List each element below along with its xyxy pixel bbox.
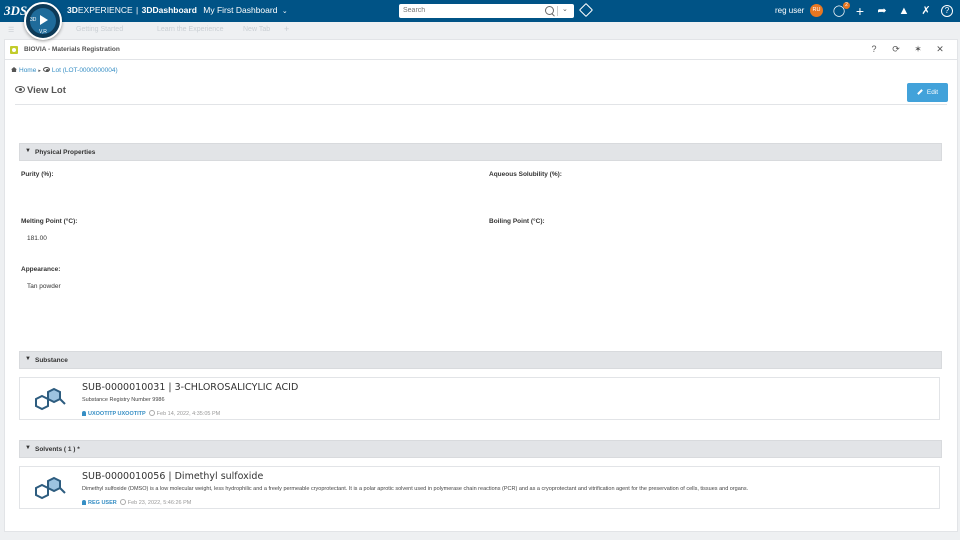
plus-icon[interactable]: + [853, 4, 867, 18]
home-icon [11, 67, 17, 72]
menu-icon[interactable]: ☰ [8, 26, 14, 34]
brand-app-name: 3DDashboard [141, 5, 197, 15]
page-title: View Lot [15, 85, 66, 96]
molecule-icon [35, 387, 66, 411]
network-icon[interactable]: ▲ [897, 4, 911, 18]
pin-icon[interactable]: ✶ [912, 43, 924, 55]
purity-label: Purity (%): [21, 171, 54, 178]
substance-user[interactable]: UXOOTITP UXOOTITP [88, 411, 146, 417]
clock-icon [148, 410, 155, 416]
section-title: Substance [35, 357, 68, 364]
boiling-point-label: Boiling Point (°C): [489, 218, 545, 225]
play-icon [40, 15, 48, 25]
notification-badge: 2 [843, 2, 850, 9]
dashboard-name[interactable]: My First Dashboard [203, 5, 277, 15]
biovia-app-icon [10, 46, 18, 54]
melting-point-label: Melting Point (°C): [21, 218, 78, 225]
substance-timestamp: Feb 14, 2022, 4:35:05 PM [156, 411, 221, 417]
breadcrumb-home[interactable]: Home [19, 67, 36, 74]
search-input[interactable] [403, 5, 533, 16]
title-divider [15, 104, 947, 105]
solvent-timestamp: Feb 23, 2022, 5:46:26 PM [127, 500, 192, 506]
edit-button[interactable]: Edit [907, 83, 948, 102]
add-tab-icon[interactable]: + [284, 24, 289, 34]
substance-card[interactable]: SUB-0000010031 | 3-CHLOROSALICYLIC ACID … [19, 377, 940, 420]
brand-suffix: EXPERIENCE [77, 5, 133, 15]
avatar[interactable]: RU [810, 4, 823, 17]
platform-brand: 3DEXPERIENCE | 3DDashboard My First Dash… [67, 5, 288, 15]
solvents-header[interactable]: ▼ Solvents ( 1 ) * [19, 440, 942, 458]
solvent-card[interactable]: SUB-0000010056 | Dimethyl sulfoxide Dime… [19, 466, 940, 509]
dashboard-tab-strip: ☰ Getting Started Learn the Experience N… [0, 22, 960, 38]
search-options-chevron-icon[interactable]: ⌄ [562, 5, 568, 13]
compass-quadrant-3d: 3D [30, 17, 37, 23]
clock-icon [119, 499, 126, 505]
app-panel: BIOVIA - Materials Registration ? ⟳ ✶ ✕ … [4, 39, 958, 532]
appearance-value: Tan powder [27, 283, 61, 290]
user-name[interactable]: reg user [775, 6, 804, 15]
close-icon[interactable]: ✕ [934, 43, 946, 55]
collapse-triangle-icon: ▼ [25, 356, 31, 362]
user-icon [82, 411, 86, 416]
breadcrumb-separator: ▸ [38, 68, 41, 74]
substance-header[interactable]: ▼ Substance [19, 351, 942, 369]
refresh-icon[interactable]: ⟳ [890, 43, 902, 55]
aqueous-solubility-label: Aqueous Solubility (%): [489, 171, 562, 178]
edit-button-label: Edit [926, 89, 939, 96]
substance-meta: UXOOTITP UXOOTITP Feb 14, 2022, 4:35:05 P… [82, 409, 220, 417]
page-title-text: View Lot [27, 85, 66, 96]
substance-description: Substance Registry Number 9986 [82, 397, 165, 403]
appearance-label: Appearance: [21, 266, 61, 273]
solvent-description: Dimethyl sulfoxide (DMSO) is a low molec… [82, 486, 749, 492]
pencil-icon [917, 89, 923, 95]
breadcrumb-lot[interactable]: Lot (LOT-0000000004) [52, 67, 118, 74]
tab-new[interactable]: New Tab [243, 26, 270, 33]
tab-learn[interactable]: Learn the Experience [157, 26, 224, 33]
tools-icon[interactable]: ✗ [919, 4, 933, 18]
physical-properties-header[interactable]: ▼ Physical Properties [19, 143, 942, 161]
search-divider [557, 6, 558, 16]
substance-title[interactable]: SUB-0000010031 | 3-CHLOROSALICYLIC ACID [82, 382, 298, 393]
collapse-triangle-icon: ▼ [25, 148, 31, 154]
brand-prefix: 3D [67, 5, 78, 15]
compass-icon[interactable]: 3D V,R [24, 2, 62, 40]
top-bar: 3DS 3DEXPERIENCE | 3DDashboard My First … [0, 0, 960, 22]
share-icon[interactable]: ➦ [875, 4, 889, 18]
compass-label: V,R [39, 29, 47, 35]
melting-point-value: 181.00 [27, 235, 47, 242]
section-title: Solvents ( 1 ) * [35, 446, 80, 453]
tab-getting-started[interactable]: Getting Started [76, 26, 123, 33]
eye-icon [42, 67, 50, 72]
help-icon[interactable]: ? [941, 5, 953, 17]
user-icon [82, 500, 86, 505]
solvent-user[interactable]: REG USER [88, 500, 117, 506]
breadcrumb: Home ▸ Lot (LOT-0000000004) [11, 67, 118, 74]
search-box: ⌄ [399, 4, 574, 18]
app-header: BIOVIA - Materials Registration ? ⟳ ✶ ✕ [5, 40, 957, 60]
section-title: Physical Properties [35, 149, 96, 156]
search-icon[interactable] [545, 6, 554, 15]
molecule-icon [35, 476, 66, 500]
brand-separator: | [136, 5, 139, 15]
collapse-triangle-icon: ▼ [25, 445, 31, 451]
help-icon[interactable]: ? [868, 43, 880, 55]
solvent-meta: REG USER Feb 23, 2022, 5:46:26 PM [82, 498, 191, 506]
chevron-down-icon[interactable]: ⌄ [282, 8, 288, 15]
eye-icon [15, 86, 25, 93]
app-title: BIOVIA - Materials Registration [24, 46, 120, 53]
solvent-title[interactable]: SUB-0000010056 | Dimethyl sulfoxide [82, 471, 263, 482]
tag-icon[interactable] [578, 2, 594, 18]
